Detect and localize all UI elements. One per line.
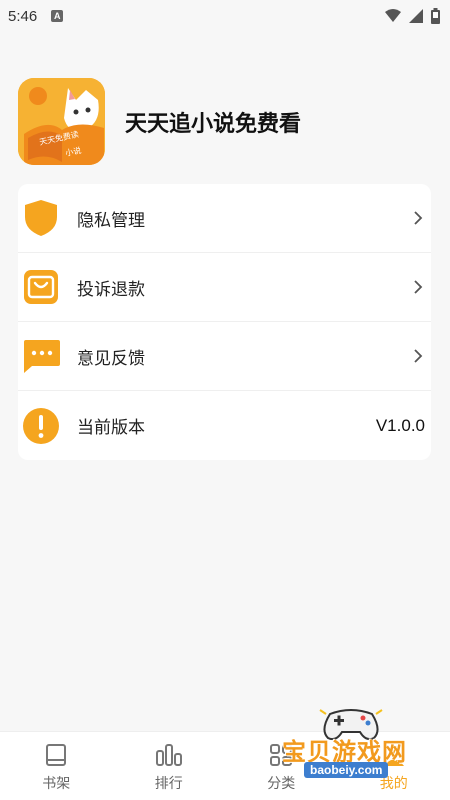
menu-item-label: 投诉退款 [77,279,145,300]
wifi-icon [385,9,401,22]
menu-item-privacy[interactable]: 隐私管理 [18,184,431,253]
app-logo-art: 天天免费读 小说 [18,78,105,165]
shield-icon [22,199,60,237]
watermark: 宝贝游戏网 baobeiy.com [268,700,438,796]
chevron-right-icon [414,349,423,363]
message-icon [22,337,60,375]
menu-item-complaint-refund[interactable]: 投诉退款 [18,253,431,322]
signal-icon [409,9,423,23]
app-title: 天天追小说免费看 [125,111,302,137]
menu-card: 隐私管理 投诉退款 意见反馈 当前版本 V1.0.0 [18,184,431,460]
nav-item-bookshelf[interactable]: 书架 [0,732,113,800]
nav-label: 排行 [154,776,183,792]
menu-item-feedback[interactable]: 意见反馈 [18,322,431,391]
nav-item-ranking[interactable]: 排行 [113,732,226,800]
book-icon [42,741,70,769]
status-time: 5:46 [8,7,38,25]
shopping-bag-icon [22,268,60,306]
battery-icon [431,8,440,24]
status-bar: 5:46 A [0,0,450,32]
app-header: 天天免费读 小说 天天追小说免费看 [18,78,301,165]
nav-label: 书架 [42,776,71,792]
info-icon [22,407,60,445]
notification-badge-icon: A [51,10,64,22]
version-value: V1.0.0 [375,415,425,435]
menu-item-label: 隐私管理 [77,210,145,231]
menu-item-label: 意见反馈 [77,348,145,369]
menu-item-version: 当前版本 V1.0.0 [18,391,431,460]
app-logo: 天天免费读 小说 [18,78,105,165]
bar-chart-icon [155,741,183,769]
menu-item-label: 当前版本 [77,418,145,438]
chevron-right-icon [414,211,423,225]
chevron-right-icon [414,280,423,294]
status-icons [385,8,440,24]
watermark-url: baobeiy.com [304,762,389,778]
